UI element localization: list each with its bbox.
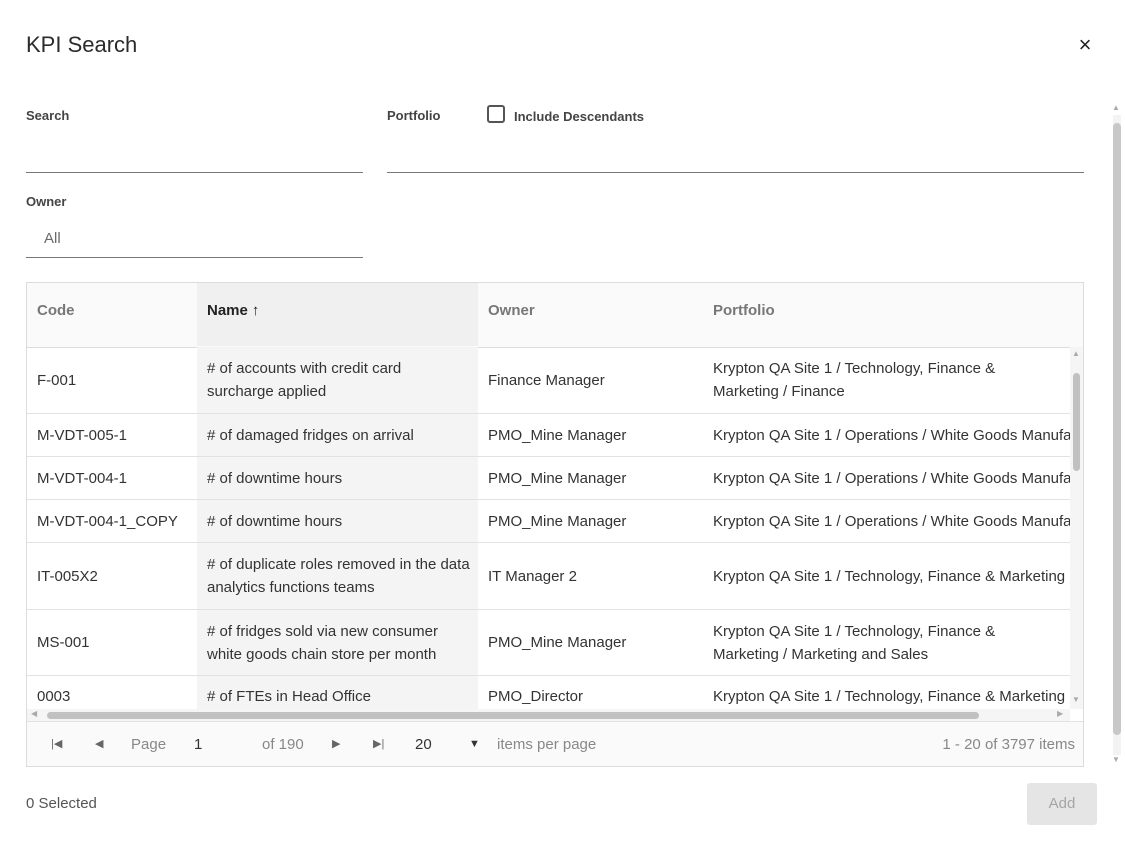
portfolio-input[interactable]: [387, 135, 1084, 171]
column-header-portfolio[interactable]: Portfolio: [703, 283, 1083, 346]
table-row[interactable]: M-VDT-004-1_COPY # of downtime hours PMO…: [27, 500, 1070, 543]
search-label: Search: [26, 108, 70, 123]
table-row[interactable]: M-VDT-004-1 # of downtime hours PMO_Mine…: [27, 457, 1070, 500]
first-page-icon[interactable]: |◀: [51, 722, 62, 766]
scroll-up-arrow-icon[interactable]: ▲: [1112, 103, 1120, 112]
page-size-select[interactable]: 20: [415, 722, 432, 766]
grid-vertical-scrollbar[interactable]: ▲ ▼: [1070, 347, 1083, 709]
cell-owner: IT Manager 2: [488, 567, 577, 585]
items-per-page-label: items per page: [497, 736, 597, 753]
cell-name: # of downtime hours: [197, 500, 478, 542]
kpi-search-dialog: KPI Search × ▲ ▼ Search Portfolio Includ…: [0, 0, 1125, 855]
grid-horizontal-scrollbar-thumb[interactable]: [47, 712, 979, 719]
portfolio-input-underline: [387, 172, 1084, 173]
column-header-owner-label: Owner: [488, 302, 535, 319]
cell-code: M-VDT-005-1: [37, 426, 128, 444]
column-header-portfolio-label: Portfolio: [713, 302, 775, 319]
table-row[interactable]: IT-005X2 # of duplicate roles removed in…: [27, 543, 1070, 610]
cell-code: F-001: [37, 371, 77, 389]
scroll-down-arrow-icon[interactable]: ▼: [1112, 755, 1120, 764]
kpi-results-grid: Code Name ↑ Owner Portfolio F-001 # of ac…: [26, 282, 1084, 767]
scroll-down-arrow-icon[interactable]: ▼: [1072, 695, 1080, 704]
sort-ascending-icon: ↑: [251, 302, 260, 319]
cell-name: # of damaged fridges on arrival: [197, 414, 478, 456]
dialog-scrollbar-thumb[interactable]: [1113, 123, 1121, 735]
column-header-code-label: Code: [37, 302, 75, 319]
selected-count: 0 Selected: [26, 795, 97, 812]
cell-portfolio-text: Krypton QA Site 1 / Technology, Finance …: [713, 622, 996, 663]
cell-owner: PMO_Mine Manager: [488, 469, 627, 487]
page-number-input[interactable]: 1: [194, 722, 202, 766]
cell-owner: PMO_Mine Manager: [488, 512, 627, 530]
cell-portfolio: Krypton QA Site 1 / Operations / White G…: [713, 512, 1070, 530]
cell-portfolio: Krypton QA Site 1 / Operations / White G…: [713, 426, 1070, 444]
page-label: Page: [131, 736, 167, 753]
table-row[interactable]: MS-001 # of fridges sold via new consume…: [27, 610, 1070, 676]
table-row[interactable]: 0003 # of FTEs in Head Office PMO_Direct…: [27, 676, 1070, 709]
portfolio-label: Portfolio: [387, 108, 441, 123]
grid-header: Code Name ↑ Owner Portfolio: [27, 283, 1083, 348]
cell-owner: PMO_Director: [488, 688, 584, 705]
scroll-up-arrow-icon[interactable]: ▲: [1072, 349, 1080, 358]
cell-code: M-VDT-004-1_COPY: [37, 512, 178, 530]
column-header-owner[interactable]: Owner: [478, 283, 703, 346]
cell-portfolio: Krypton QA Site 1 / Technology, Finance …: [703, 347, 1070, 413]
dialog-scrollbar[interactable]: ▲ ▼: [1111, 103, 1123, 767]
cell-owner: PMO_Mine Manager: [488, 634, 627, 651]
cell-portfolio-text: Krypton QA Site 1 / Technology, Finance …: [713, 360, 996, 400]
previous-page-icon[interactable]: ◀: [95, 722, 103, 766]
scroll-right-arrow-icon[interactable]: ▶: [1057, 709, 1063, 718]
cell-name: # of downtime hours: [197, 457, 478, 499]
search-input-underline: [26, 172, 363, 173]
column-header-code[interactable]: Code: [27, 283, 197, 346]
cell-portfolio: Krypton QA Site 1 / Technology, Finance …: [713, 567, 1066, 585]
cell-name: # of accounts with credit card surcharge…: [197, 347, 478, 413]
cell-code: 0003: [37, 688, 71, 705]
owner-label: Owner: [26, 194, 67, 209]
next-page-icon[interactable]: ▶: [332, 722, 340, 766]
cell-code: MS-001: [37, 634, 90, 651]
cell-code: IT-005X2: [37, 567, 98, 585]
table-row[interactable]: M-VDT-005-1 # of damaged fridges on arri…: [27, 414, 1070, 457]
table-row[interactable]: F-001 # of accounts with credit card sur…: [27, 347, 1070, 414]
cell-portfolio: Krypton QA Site 1 / Operations / White G…: [713, 469, 1070, 487]
cell-code: M-VDT-004-1: [37, 469, 128, 487]
scroll-left-arrow-icon[interactable]: ◀: [31, 709, 37, 718]
dialog-title: KPI Search: [26, 32, 138, 57]
grid-pager: |◀ ◀ Page 1 of 190 ▶ ▶| 20 ▼ items per p…: [27, 721, 1083, 766]
cell-name: # of duplicate roles removed in the data…: [197, 543, 478, 609]
cell-portfolio: Krypton QA Site 1 / Technology, Finance …: [703, 610, 1070, 675]
last-page-icon[interactable]: ▶|: [373, 722, 384, 766]
cell-owner: PMO_Mine Manager: [488, 426, 627, 444]
owner-select-underline: [26, 257, 363, 258]
cell-name: # of FTEs in Head Office: [197, 676, 478, 709]
chevron-down-icon[interactable]: ▼: [469, 722, 480, 766]
grid-body: F-001 # of accounts with credit card sur…: [27, 347, 1070, 709]
add-button[interactable]: Add: [1027, 783, 1097, 825]
owner-select[interactable]: All: [44, 230, 61, 247]
grid-vertical-scrollbar-thumb[interactable]: [1073, 373, 1080, 471]
pager-range-info: 1 - 20 of 3797 items: [942, 736, 1075, 753]
column-header-name-label: Name: [207, 302, 248, 319]
cell-portfolio: Krypton QA Site 1 / Technology, Finance …: [713, 688, 1066, 705]
cell-owner: Finance Manager: [488, 371, 605, 389]
column-header-name[interactable]: Name ↑: [197, 283, 478, 346]
search-input[interactable]: [26, 135, 363, 171]
include-descendants-label: Include Descendants: [514, 109, 645, 124]
grid-horizontal-scrollbar[interactable]: ◀ ▶: [27, 709, 1070, 721]
page-count: of 190: [262, 736, 304, 753]
include-descendants-checkbox[interactable]: [487, 105, 505, 123]
cell-name: # of fridges sold via new consumer white…: [197, 610, 478, 675]
close-icon[interactable]: ×: [1074, 34, 1096, 56]
